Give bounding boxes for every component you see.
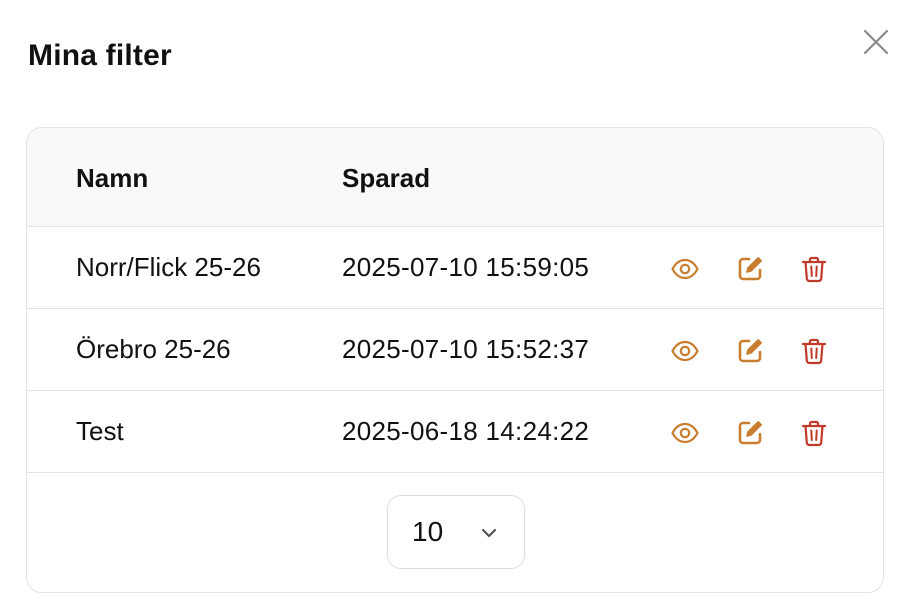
table-header: Namn Sparad	[27, 128, 883, 227]
eye-icon	[671, 422, 699, 444]
eye-icon	[671, 258, 699, 280]
delete-filter-button[interactable]	[799, 336, 829, 366]
close-button[interactable]	[858, 24, 894, 60]
view-filter-button[interactable]	[670, 418, 700, 448]
filter-saved-date: 2025-07-10 15:59:05	[342, 252, 590, 282]
column-header-saved: Sparad	[342, 163, 431, 193]
dialog-title: Mina filter	[28, 39, 172, 72]
delete-filter-button[interactable]	[799, 254, 829, 284]
filter-name: Norr/Flick 25-26	[76, 252, 261, 282]
view-filter-button[interactable]	[670, 336, 700, 366]
eye-icon	[671, 340, 699, 362]
view-filter-button[interactable]	[670, 254, 700, 284]
page-size-value: 10	[412, 516, 444, 547]
filter-saved-date: 2025-06-18 14:24:22	[342, 416, 590, 446]
edit-filter-button[interactable]	[735, 254, 765, 284]
column-header-name: Namn	[76, 163, 149, 193]
filter-saved-date: 2025-07-10 15:52:37	[342, 334, 590, 364]
table-row: Test 2025-06-18 14:24:22	[27, 391, 883, 473]
edit-filter-button[interactable]	[735, 418, 765, 448]
table-row: Örebro 25-26 2025-07-10 15:52:37	[27, 309, 883, 391]
filter-name: Örebro 25-26	[76, 334, 231, 364]
table-row: Norr/Flick 25-26 2025-07-10 15:59:05	[27, 227, 883, 309]
trash-icon	[801, 420, 827, 447]
filter-name: Test	[76, 416, 124, 446]
trash-icon	[801, 338, 827, 365]
trash-icon	[801, 256, 827, 283]
my-filters-dialog: Mina filter Namn Sparad Norr/Flick 25-26…	[0, 0, 920, 616]
edit-filter-button[interactable]	[735, 336, 765, 366]
filters-table-card: Namn Sparad Norr/Flick 25-26 2025-07-10 …	[26, 127, 884, 593]
edit-icon	[738, 421, 762, 445]
page-size-select[interactable]: 10	[387, 495, 525, 569]
edit-icon	[738, 257, 762, 281]
edit-icon	[738, 339, 762, 363]
delete-filter-button[interactable]	[799, 418, 829, 448]
chevron-down-icon	[481, 528, 497, 538]
close-icon	[863, 29, 889, 55]
